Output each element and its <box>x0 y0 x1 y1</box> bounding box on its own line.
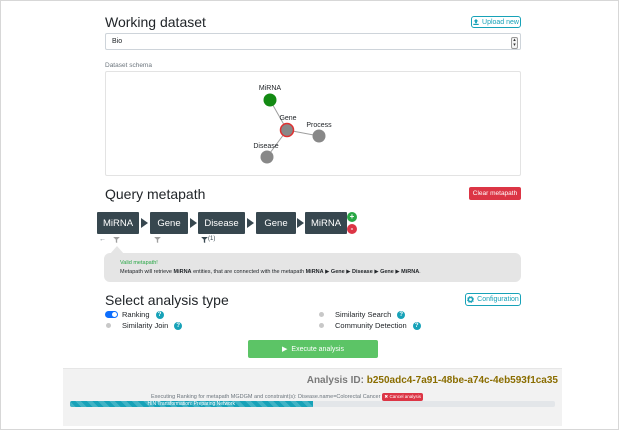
configuration-label: Configuration <box>477 296 519 303</box>
option-similarity-join[interactable]: Similarity Join ? <box>105 321 183 330</box>
help-icon[interactable]: ? <box>397 310 406 319</box>
path-arrow-icon: ▶ <box>325 269 330 275</box>
help-icon[interactable]: ? <box>174 321 183 330</box>
cancel-analysis-label: Cancel analysis <box>389 394 421 399</box>
execution-status-text: Executing Ranking for metapath MGDGM and… <box>151 394 381 400</box>
arrow-right-icon <box>141 218 148 228</box>
filter-icon[interactable] <box>113 237 120 243</box>
analysis-type-title: Select analysis type <box>105 292 229 308</box>
community-detection-toggle[interactable] <box>318 322 331 329</box>
cancel-analysis-button[interactable]: ✖ Cancel analysis <box>382 393 423 401</box>
message-path-node: Disease <box>351 269 373 275</box>
message-prefix: Metapath will retrieve <box>120 269 172 275</box>
analysis-id-label: Analysis ID: <box>306 375 364 386</box>
help-icon[interactable]: ? <box>155 310 164 319</box>
schema-node-process[interactable] <box>312 129 326 143</box>
execute-analysis-label: Execute analysis <box>291 345 344 353</box>
message-middle: entities, that are connected with the me… <box>193 269 305 275</box>
option-ranking[interactable]: Ranking ? <box>105 310 164 319</box>
dataset-select-value: Bio <box>112 38 123 45</box>
execute-analysis-button[interactable]: ▶ Execute analysis <box>248 340 378 358</box>
metapath-node[interactable]: MiRNA <box>305 212 347 234</box>
message-end: . <box>419 269 421 275</box>
ranking-label: Ranking <box>122 310 150 319</box>
metapath-node[interactable]: Gene <box>150 212 188 234</box>
similarity-search-toggle[interactable] <box>318 311 331 318</box>
metapath-info-box: Valid metapath! Metapath will retrieve M… <box>104 253 521 282</box>
arrow-right-icon <box>190 218 197 228</box>
schema-node-label-gene: Gene <box>279 115 296 122</box>
similarity-join-toggle[interactable] <box>105 322 118 329</box>
schema-graph-panel: MiRNA Gene Process Disease <box>105 71 521 176</box>
filter-icon[interactable] <box>154 237 161 243</box>
analysis-id: Analysis ID: b250adc4-7a91-48be-a74c-4eb… <box>307 375 558 386</box>
analysis-result-panel: Analysis ID: b250adc4-7a91-48be-a74c-4eb… <box>63 368 562 426</box>
message-path-node: Gene <box>380 269 394 275</box>
metapath-description: Metapath will retrieve MiRNA entities, t… <box>120 269 421 275</box>
progress-fill: HIN Transformation: Preparing Network <box>70 401 313 407</box>
similarity-join-label: Similarity Join <box>122 321 169 330</box>
dataset-schema-label: Dataset schema <box>105 62 152 69</box>
play-icon: ▶ <box>282 346 288 353</box>
analysis-progress-bar: HIN Transformation: Preparing Network <box>70 401 555 407</box>
upload-icon <box>473 19 479 25</box>
message-entity: MiRNA <box>173 269 192 275</box>
valid-metapath-text: Valid metapath! <box>120 260 158 266</box>
schema-node-label-mirna: MiRNA <box>259 85 281 92</box>
remove-node-button[interactable]: - <box>347 224 357 234</box>
arrow-left-icon[interactable]: ← <box>99 236 106 243</box>
metapath-node[interactable]: Gene <box>256 212 296 234</box>
dataset-select[interactable]: Bio ▴ ▾ <box>105 33 521 50</box>
query-metapath-title: Query metapath <box>105 186 206 202</box>
configuration-button[interactable]: Configuration <box>465 293 521 306</box>
arrow-right-icon <box>247 218 254 228</box>
schema-graph: MiRNA Gene Process Disease <box>253 85 332 164</box>
filter-active-icon[interactable] <box>201 237 208 243</box>
metapath-node[interactable]: MiRNA <box>97 212 139 234</box>
help-icon[interactable]: ? <box>412 321 421 330</box>
add-node-button[interactable]: + <box>347 212 357 222</box>
option-community-detection[interactable]: Community Detection ? <box>318 321 421 330</box>
path-arrow-icon: ▶ <box>395 269 400 275</box>
schema-node-label-disease: Disease <box>253 143 278 150</box>
path-arrow-icon: ▶ <box>374 269 379 275</box>
option-similarity-search[interactable]: Similarity Search ? <box>318 310 406 319</box>
ranking-toggle[interactable] <box>105 311 118 318</box>
clear-metapath-button[interactable]: Clear metapath <box>469 187 521 200</box>
schema-node-gene[interactable] <box>279 122 295 138</box>
metapath-node[interactable]: Disease <box>198 212 245 234</box>
analysis-id-value: b250adc4-7a91-48be-a74c-4eb593f1ca35 <box>366 375 558 386</box>
gear-icon <box>467 296 475 303</box>
path-arrow-icon: ▶ <box>346 269 351 275</box>
upload-new-button[interactable]: Upload new <box>471 16 521 28</box>
progress-label: HIN Transformation: Preparing Network <box>147 401 236 407</box>
message-path-node: MiRNA <box>401 269 420 275</box>
upload-new-label: Upload new <box>482 18 519 26</box>
schema-node-label-process: Process <box>306 122 332 129</box>
select-caret-icon[interactable]: ▴ ▾ <box>511 37 518 49</box>
filter-count: (1) <box>208 236 216 242</box>
execution-status: Executing Ranking for metapath MGDGM and… <box>151 393 423 401</box>
community-detection-label: Community Detection <box>335 321 407 330</box>
working-dataset-title: Working dataset <box>105 14 206 30</box>
schema-node-mirna[interactable] <box>263 93 277 107</box>
message-path-node: MiRNA <box>305 269 324 275</box>
arrow-right-icon <box>297 218 304 228</box>
similarity-search-label: Similarity Search <box>335 310 392 319</box>
message-path-node: Gene <box>330 269 345 275</box>
schema-node-disease[interactable] <box>260 150 274 164</box>
